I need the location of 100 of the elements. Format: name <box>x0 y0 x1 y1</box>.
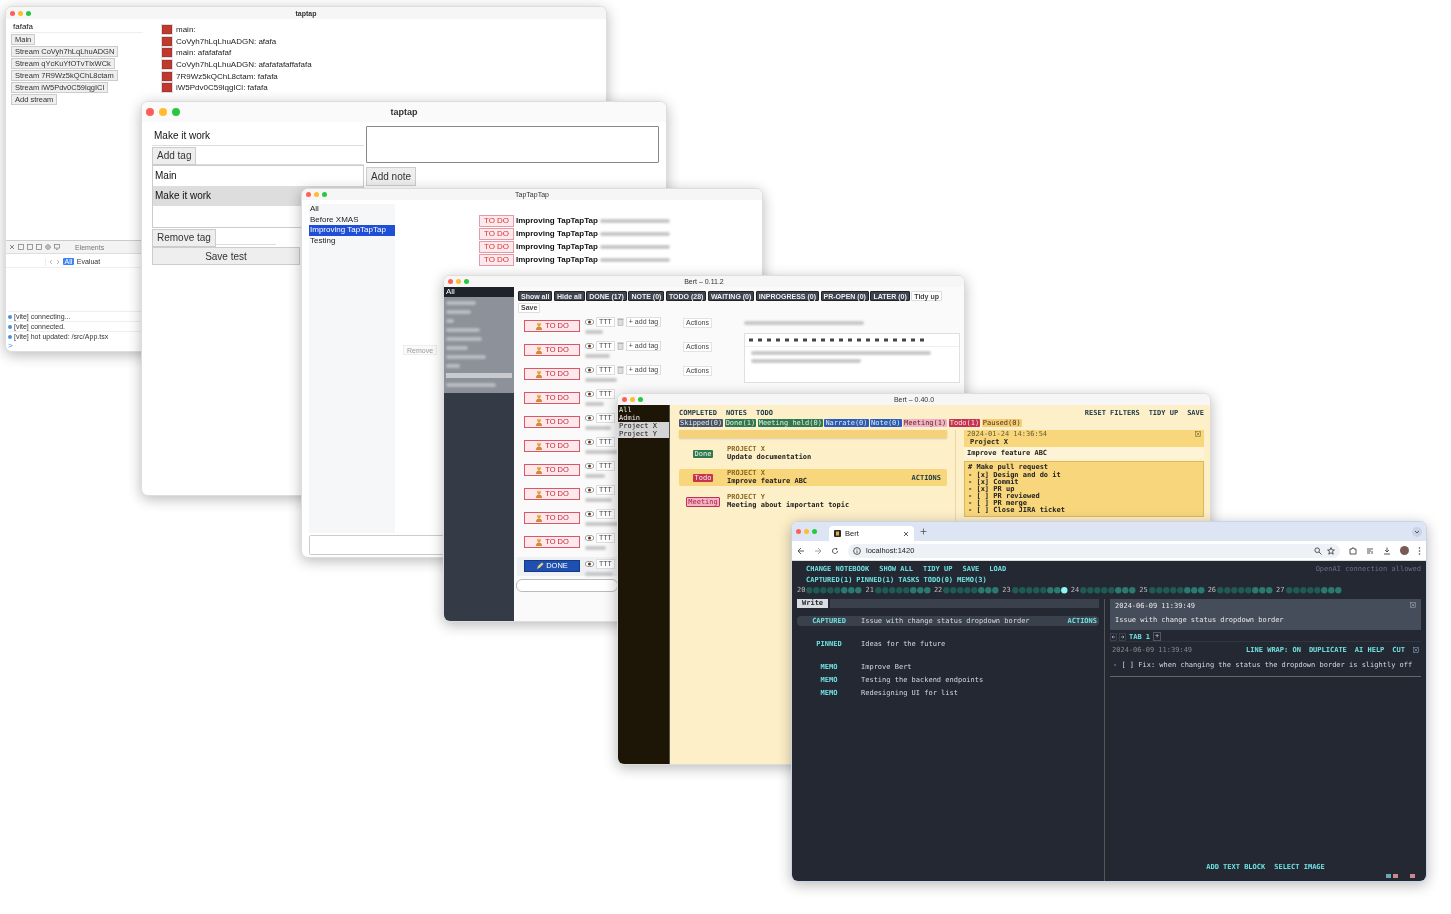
trash-icon[interactable] <box>616 365 624 374</box>
chevron-down-icon[interactable] <box>1412 526 1422 537</box>
chevron-right-icon[interactable] <box>56 258 60 265</box>
close-button[interactable] <box>10 10 15 16</box>
maximize-button[interactable] <box>26 10 31 16</box>
sidebar-item[interactable]: All <box>444 287 514 297</box>
new-tab-icon[interactable] <box>920 528 927 535</box>
close-button[interactable] <box>622 397 627 402</box>
text-field[interactable] <box>516 578 618 592</box>
trash-icon[interactable] <box>616 317 624 326</box>
worker-icon <box>535 369 544 378</box>
eye-icon[interactable] <box>585 534 594 541</box>
sidebar-item[interactable]: Before XMAS <box>309 214 395 225</box>
project-name: Improving TapTapTap <box>516 229 598 238</box>
delete-button[interactable] <box>161 35 173 47</box>
status-button[interactable]: TO DO <box>479 240 514 253</box>
eye-icon[interactable] <box>585 366 594 373</box>
eye-icon[interactable] <box>585 560 594 567</box>
blurred-text <box>585 497 612 502</box>
delete-button[interactable] <box>161 59 173 71</box>
text-field[interactable]: fafafa <box>11 21 143 33</box>
activity-dots-drawing[interactable] <box>874 586 931 594</box>
sidebar-item[interactable]: Testing <box>309 235 395 246</box>
monitor-icon[interactable] <box>54 244 60 250</box>
status-button[interactable]: TO DO <box>479 227 514 240</box>
worker-icon <box>535 441 544 450</box>
input-bar[interactable] <box>679 430 947 438</box>
blurred-text <box>599 257 670 262</box>
eye-icon[interactable] <box>585 390 594 397</box>
next-tab-icon[interactable] <box>1119 632 1126 641</box>
zoom-icon[interactable] <box>1314 546 1322 555</box>
save-button[interactable]: Save test <box>152 247 300 265</box>
message-text: main: afafafafaf <box>176 48 232 58</box>
blurred-text <box>585 329 603 334</box>
blurred-text <box>585 521 619 526</box>
menu-icon[interactable] <box>1418 546 1421 555</box>
delete-button[interactable] <box>161 82 173 94</box>
eye-icon[interactable] <box>585 486 594 493</box>
delete-button[interactable] <box>161 47 173 59</box>
sidebar-item[interactable]: All <box>309 204 395 215</box>
maximize-button[interactable] <box>638 397 643 402</box>
activity-dots-drawing[interactable] <box>1217 586 1274 594</box>
note-textarea[interactable] <box>366 126 659 163</box>
previous-tab-icon[interactable] <box>1110 632 1117 641</box>
forward-icon[interactable] <box>814 546 822 555</box>
blurred-text <box>585 377 617 382</box>
activity-dots-drawing[interactable] <box>806 586 863 594</box>
close-button[interactable] <box>448 279 453 284</box>
status-button[interactable]: TO DO <box>479 253 514 266</box>
worker-icon <box>535 537 544 546</box>
download-icon[interactable] <box>1383 546 1391 555</box>
tag-list-item[interactable]: Main <box>153 166 363 186</box>
info-icon <box>853 546 861 555</box>
blurred-item <box>446 373 512 378</box>
avatar-icon[interactable] <box>1400 546 1409 555</box>
add-tag-button[interactable]: Add tag <box>152 146 197 165</box>
blurred-text <box>446 319 454 323</box>
eye-icon[interactable] <box>585 462 594 469</box>
chevron-left-icon[interactable] <box>49 258 53 265</box>
remove-tag-button[interactable]: Remove tag <box>152 228 216 247</box>
eye-icon[interactable] <box>585 438 594 445</box>
message-text: CoVyh7hLqLhuADGN: afafa <box>176 36 277 46</box>
blurred-text <box>446 337 482 341</box>
activity-dots-drawing[interactable] <box>943 586 1000 594</box>
back-icon[interactable] <box>797 546 805 555</box>
delete-button[interactable] <box>161 70 173 82</box>
blurred-text <box>446 346 468 350</box>
sidebar-item[interactable]: Improving TapTapTap <box>309 225 395 236</box>
close-button[interactable] <box>796 529 801 534</box>
add-note-button[interactable]: Add note <box>366 167 417 186</box>
status-button[interactable]: TO DO <box>479 214 514 227</box>
activity-dots-drawing[interactable] <box>1285 586 1342 594</box>
crosshair-icon[interactable] <box>45 244 51 250</box>
close-button[interactable] <box>146 108 154 116</box>
console-prompt[interactable]: > <box>8 341 142 350</box>
eye-icon[interactable] <box>585 342 594 349</box>
delete-button[interactable] <box>161 24 173 36</box>
trash-icon[interactable] <box>616 341 624 350</box>
worker-icon <box>535 417 544 426</box>
activity-dots-drawing[interactable] <box>1011 586 1068 594</box>
activity-dots-drawing[interactable] <box>1080 586 1137 594</box>
reload-icon[interactable] <box>831 546 839 555</box>
star-icon[interactable] <box>1327 546 1335 555</box>
maximize-button[interactable] <box>172 108 180 116</box>
activity-dots-drawing[interactable] <box>1148 586 1205 594</box>
maximize-button[interactable] <box>464 279 469 284</box>
close-button[interactable] <box>306 192 311 197</box>
eye-icon[interactable] <box>585 318 594 325</box>
media-icon[interactable] <box>1366 546 1374 555</box>
input-bar[interactable] <box>830 599 1099 608</box>
blurred-text <box>446 364 460 368</box>
maximize-button[interactable] <box>322 192 327 197</box>
blurred-text <box>585 571 613 576</box>
text-field[interactable] <box>309 535 445 555</box>
worker-icon <box>535 513 544 522</box>
eye-icon[interactable] <box>585 414 594 421</box>
project-name: Improving TapTapTap <box>516 216 598 225</box>
eye-icon[interactable] <box>585 510 594 517</box>
blurred-text <box>446 328 480 332</box>
worker-icon <box>535 321 544 330</box>
